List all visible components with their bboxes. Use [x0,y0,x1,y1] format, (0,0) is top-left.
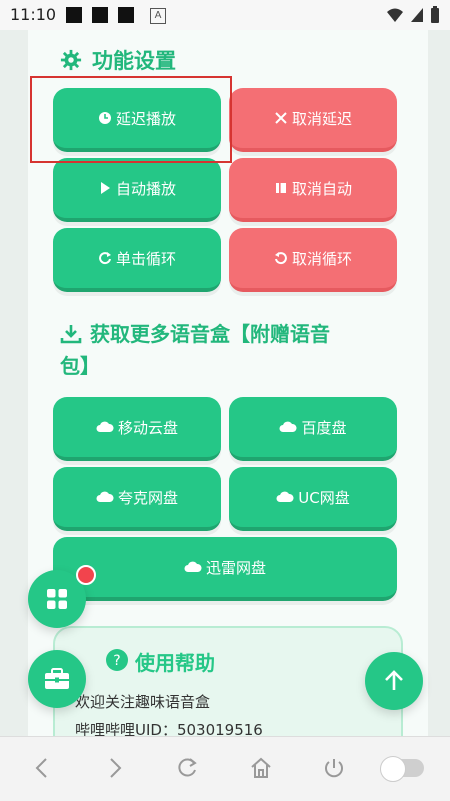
cloud-icon [96,421,114,432]
grid-icon [47,589,67,609]
pause-icon [275,183,286,193]
cloud-icon [96,491,114,502]
cloud-icon [184,561,202,572]
notification-icon: A [150,8,166,24]
forward-icon[interactable] [108,757,124,779]
quark-pan-button[interactable]: 夸克网盘 [53,467,221,531]
mobile-cloud-button[interactable]: 移动云盘 [53,397,221,461]
features-title-text: 功能设置 [92,49,176,73]
status-time: 11:10 [10,5,57,24]
battery-icon [431,6,439,23]
help-card: ? 使用帮助 欢迎关注趣味语音盒 哔哩哔哩UID：503019516 [53,626,403,736]
cancel-auto-button[interactable]: 取消自动 [229,158,397,222]
cancel-delay-button[interactable]: 取消延迟 [229,88,397,152]
uc-pan-label: UC网盘 [298,488,350,507]
more-title-line2: 包】 [60,354,100,378]
status-icons [386,6,440,24]
help-icon: ? [106,649,128,671]
refresh-icon[interactable] [176,757,198,779]
download-icon [60,325,82,344]
bilibili-uid: 哔哩哔哩UID：503019516 [75,721,263,736]
page-content: 功能设置 延迟播放 取消延迟 自动播放 取消自动 单击循环 取消循环 获取更多语… [28,30,428,736]
status-bar: 11:10 A [0,0,450,30]
quark-pan-label: 夸克网盘 [117,488,178,507]
more-title-line1: 获取更多语音盒【附赠语音 [90,322,330,346]
notification-icon [92,7,108,23]
notification-icon [66,7,82,23]
more-title: 获取更多语音盒【附赠语音 包】 [60,318,410,382]
scroll-to-top-button[interactable] [365,652,423,710]
notification-badge [76,565,96,585]
mobile-cloud-label: 移动云盘 [117,418,178,437]
cancel-delay-label: 取消延迟 [291,109,352,128]
undo-icon [274,252,287,265]
click-loop-button[interactable]: 单击循环 [53,228,221,292]
notification-icon [118,7,134,23]
xunlei-pan-label: 迅雷网盘 [205,558,266,577]
toolbox-icon [45,668,69,689]
power-icon[interactable] [323,757,345,779]
close-icon [275,112,287,124]
cancel-auto-label: 取消自动 [291,179,352,198]
toggle-switch[interactable] [380,756,424,782]
gear-icon [60,49,82,71]
xunlei-pan-button[interactable]: 迅雷网盘 [53,537,397,601]
svg-text:?: ? [113,653,120,669]
arrow-up-icon [385,670,403,690]
features-title: 功能设置 [60,45,176,75]
help-text: 欢迎关注趣味语音盒 [75,693,211,711]
auto-play-button[interactable]: 自动播放 [53,158,221,222]
highlight-box [30,76,232,163]
auto-play-label: 自动播放 [115,179,176,198]
help-title: 使用帮助 [135,651,215,675]
home-icon[interactable] [250,757,272,779]
cancel-loop-label: 取消循环 [291,249,352,268]
back-icon[interactable] [33,757,49,779]
wifi-icon [387,8,403,22]
cloud-icon [276,491,294,502]
signal-icon [411,8,423,22]
cancel-loop-button[interactable]: 取消循环 [229,228,397,292]
click-loop-label: 单击循环 [115,249,176,268]
uc-pan-button[interactable]: UC网盘 [229,467,397,531]
cloud-icon [279,421,298,432]
bottom-navigation [0,736,450,801]
loop-icon [99,252,111,265]
toolbox-button[interactable] [28,650,86,708]
baidu-pan-button[interactable]: 百度盘 [229,397,397,461]
play-icon [100,182,110,194]
baidu-pan-label: 百度盘 [301,418,347,437]
